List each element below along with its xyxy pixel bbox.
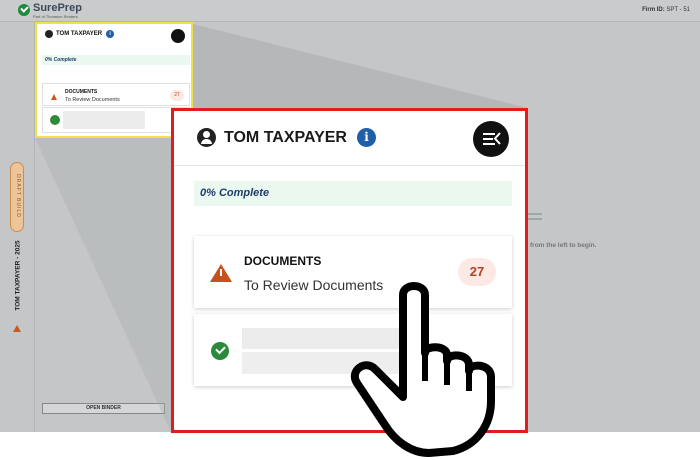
warning-icon: [51, 94, 57, 100]
progress-status: 0% Complete: [194, 181, 512, 206]
info-icon[interactable]: i: [106, 30, 115, 38]
redacted-bar: [63, 111, 145, 129]
check-circle-icon: [211, 342, 229, 360]
mini-checked-card[interactable]: [42, 107, 190, 133]
person-icon: [197, 128, 216, 147]
collapse-menu-icon[interactable]: [473, 121, 509, 157]
mini-documents-subtitle: To Review Documents: [65, 97, 120, 103]
client-name: TOM TAXPAYER: [224, 128, 347, 146]
mini-documents-title: DOCUMENTS: [65, 89, 98, 95]
mini-client-name: TOM TAXPAYER: [56, 31, 103, 37]
documents-title: DOCUMENTS: [244, 254, 322, 268]
check-circle-icon: [50, 115, 60, 125]
mini-progress: 0% Complete: [42, 55, 190, 65]
mini-documents-card[interactable]: DOCUMENTS To Review Documents 27: [42, 83, 190, 106]
pointer-hand-icon: [351, 282, 495, 457]
mini-client-panel: TOM TAXPAYER i 0% Complete DOCUMENTS To …: [35, 22, 193, 138]
header-divider: [174, 165, 525, 166]
collapse-menu-icon[interactable]: [171, 29, 185, 43]
info-icon[interactable]: i: [356, 128, 376, 147]
mini-documents-count: 27: [170, 90, 184, 101]
person-icon: [45, 30, 53, 38]
warning-icon: [210, 264, 232, 282]
